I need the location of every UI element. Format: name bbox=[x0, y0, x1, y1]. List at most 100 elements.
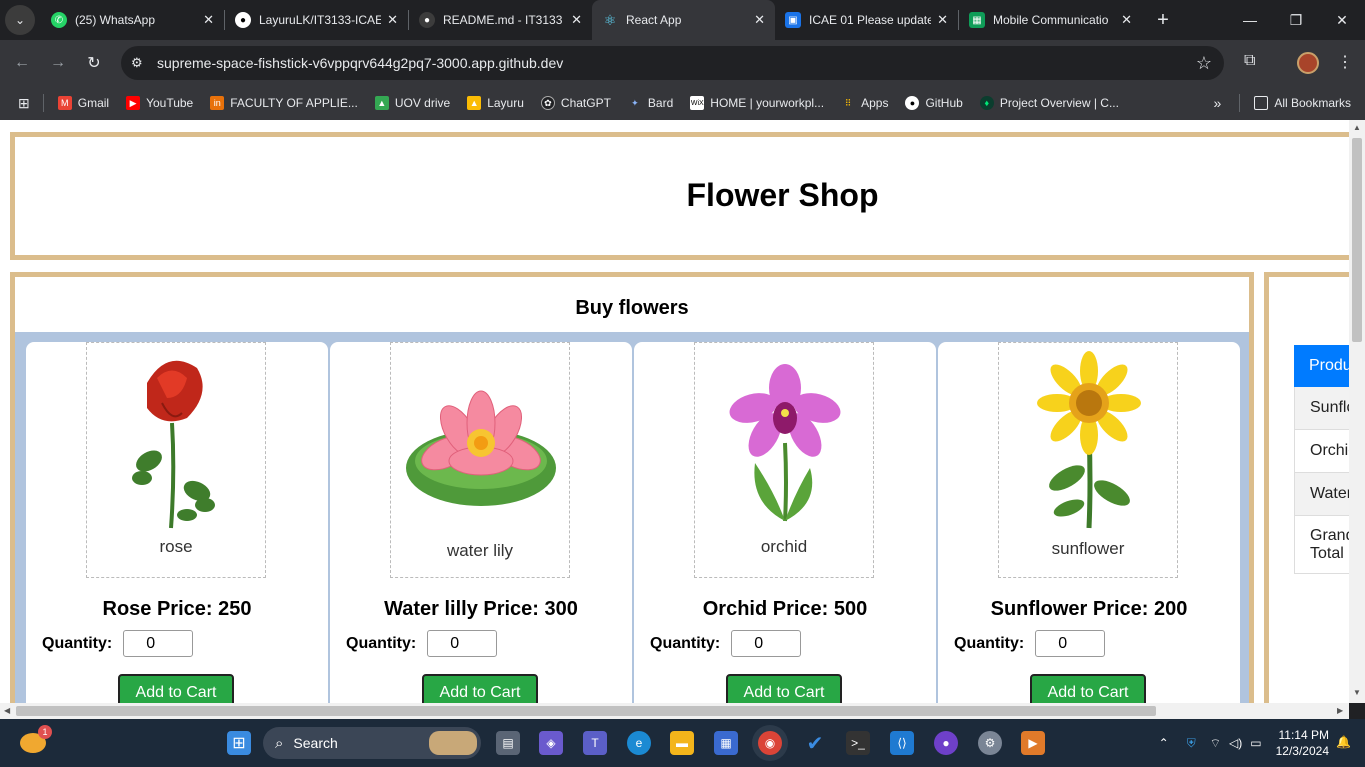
bookmark-uov-drive[interactable]: ▲ UOV drive bbox=[374, 96, 451, 110]
bookmark-chatgpt[interactable]: ✿ ChatGPT bbox=[540, 96, 611, 110]
more-bookmarks-icon[interactable]: » bbox=[1214, 95, 1222, 111]
quantity-input[interactable] bbox=[123, 630, 194, 657]
quantity-input[interactable] bbox=[427, 630, 498, 657]
close-icon[interactable]: ✕ bbox=[203, 12, 214, 28]
media-player-icon[interactable]: ▶ bbox=[1021, 731, 1045, 755]
forward-arrow-icon[interactable]: → bbox=[40, 54, 76, 72]
tab-search-button[interactable]: ⌄ bbox=[5, 5, 35, 35]
close-icon[interactable]: ✕ bbox=[1121, 12, 1132, 28]
cart-table: Product Sunflower Orchid Water lilly Gra… bbox=[1294, 345, 1354, 574]
github-desktop-icon[interactable]: ● bbox=[934, 731, 958, 755]
vscode-icon[interactable]: ⟨⟩ bbox=[890, 731, 914, 755]
add-to-cart-button[interactable]: Add to Cart bbox=[422, 674, 538, 703]
product-price: Sunflower Price: 200 bbox=[990, 598, 1188, 620]
battery-icon[interactable]: ▭ bbox=[1250, 736, 1261, 750]
security-icon[interactable]: ⛨ bbox=[1187, 736, 1196, 751]
file-explorer-icon[interactable]: ▬ bbox=[670, 731, 694, 755]
close-icon[interactable]: ✕ bbox=[571, 12, 582, 28]
header-container: Flower Shop bbox=[10, 132, 1360, 260]
tab-title: ICAE 01 Please update bbox=[809, 13, 932, 27]
windows-start-icon[interactable]: ⊞ bbox=[227, 731, 251, 755]
back-arrow-icon[interactable]: ← bbox=[4, 54, 40, 72]
clock-date: 12/3/2024 bbox=[1275, 744, 1329, 758]
scroll-thumb[interactable] bbox=[16, 706, 1156, 716]
search-highlight-icon bbox=[429, 731, 477, 755]
bookmark-project-overview[interactable]: ♦ Project Overview | C... bbox=[979, 96, 1119, 110]
bookmark-bard[interactable]: ✦ Bard bbox=[628, 96, 673, 110]
bookmark-label: Gmail bbox=[77, 96, 110, 110]
clock[interactable]: 11:14 PM 12/3/2024 bbox=[1276, 727, 1329, 759]
product-grid: rose Rose Price: 250 Quantity: Add to Ca… bbox=[15, 332, 1249, 703]
new-tab-button[interactable]: + bbox=[1148, 9, 1178, 32]
grand-total-label: Grand Total bbox=[1294, 516, 1354, 574]
notification-bell-icon[interactable]: 🔔 bbox=[1336, 735, 1351, 749]
reload-icon[interactable]: ↻ bbox=[76, 53, 112, 73]
bookmark-label: UOV drive bbox=[394, 96, 451, 110]
all-bookmarks-button[interactable]: All Bookmarks bbox=[1254, 96, 1351, 110]
terminal-icon[interactable]: >_ bbox=[846, 731, 870, 755]
volume-icon[interactable]: ◁) bbox=[1229, 736, 1242, 750]
chrome-icon[interactable]: ◉ bbox=[758, 731, 782, 755]
tab-react-app[interactable]: ⚛ React App ✕ bbox=[592, 0, 775, 40]
tab-readme[interactable]: ● README.md - IT3133 ✕ bbox=[409, 0, 592, 40]
edge-icon[interactable]: e bbox=[627, 731, 651, 755]
address-bar[interactable]: ⚙ supreme-space-fishstick-v6vppqrv644g2p… bbox=[121, 46, 1224, 80]
wifi-icon[interactable]: ⌔ bbox=[1210, 736, 1221, 751]
extensions-icon[interactable]: ⧉ bbox=[1244, 52, 1255, 70]
quantity-input[interactable] bbox=[1035, 630, 1106, 657]
site-info-icon[interactable]: ⚙ bbox=[131, 55, 151, 71]
tab-github-repo[interactable]: ● LayuruLK/IT3133-ICAE ✕ bbox=[225, 0, 408, 40]
close-icon[interactable]: ✕ bbox=[387, 12, 398, 28]
bookmark-apps[interactable]: ⠿ Apps bbox=[841, 96, 889, 110]
github-icon: ● bbox=[905, 96, 920, 110]
horizontal-scrollbar[interactable]: ◀ ▶ bbox=[0, 703, 1349, 719]
menu-kebab-icon[interactable]: ⋮ bbox=[1337, 52, 1353, 72]
tab-title: LayuruLK/IT3133-ICAE bbox=[259, 13, 382, 27]
clock-time: 11:14 PM bbox=[1278, 728, 1329, 742]
tab-mobile-comm[interactable]: ▦ Mobile Communicatio ✕ bbox=[959, 0, 1142, 40]
add-to-cart-button[interactable]: Add to Cart bbox=[726, 674, 842, 703]
scroll-right-icon[interactable]: ▶ bbox=[1337, 706, 1343, 715]
weather-icon[interactable]: 1 bbox=[20, 725, 52, 753]
weather-badge: 1 bbox=[38, 725, 52, 739]
close-window-button[interactable]: ✕ bbox=[1319, 0, 1365, 40]
teams-icon[interactable]: T bbox=[583, 731, 607, 755]
bookmark-wix[interactable]: WiX HOME | yourworkpl... bbox=[690, 96, 824, 110]
restore-button[interactable]: ❐ bbox=[1273, 0, 1319, 40]
page-viewport: Flower Shop Buy flowers rose Rose Price:… bbox=[0, 120, 1365, 703]
add-to-cart-button[interactable]: Add to Cart bbox=[1030, 674, 1146, 703]
scroll-down-icon[interactable]: ▼ bbox=[1353, 688, 1361, 697]
bookmark-layuru[interactable]: ▲ Layuru bbox=[467, 96, 524, 110]
bookmark-faculty[interactable]: in FACULTY OF APPLIE... bbox=[210, 96, 358, 110]
profile-avatar[interactable] bbox=[1297, 52, 1319, 74]
task-view-icon[interactable]: ▤ bbox=[496, 731, 520, 755]
taskbar-search[interactable]: ⌕ Search bbox=[263, 727, 481, 759]
tab-icae[interactable]: ▣ ICAE 01 Please update ✕ bbox=[775, 0, 958, 40]
scroll-up-icon[interactable]: ▲ bbox=[1353, 123, 1361, 132]
add-to-cart-button[interactable]: Add to Cart bbox=[118, 674, 234, 703]
settings-icon[interactable]: ⚙ bbox=[978, 731, 1002, 755]
vertical-scrollbar[interactable]: ▲ ▼ bbox=[1349, 120, 1365, 703]
product-caption: orchid bbox=[760, 537, 808, 556]
apps-grid-icon[interactable]: ⊞ bbox=[18, 95, 30, 112]
bookmark-label: GitHub bbox=[925, 96, 963, 110]
bookmark-gmail[interactable]: M Gmail bbox=[57, 96, 110, 110]
scroll-left-icon[interactable]: ◀ bbox=[4, 706, 10, 715]
bookmark-star-icon[interactable]: ☆ bbox=[1196, 53, 1212, 74]
tab-whatsapp[interactable]: ✆ (25) WhatsApp ✕ bbox=[41, 0, 224, 40]
bookmark-divider bbox=[1239, 94, 1241, 112]
quantity-label: Quantity: bbox=[954, 634, 1025, 652]
close-icon[interactable]: ✕ bbox=[937, 12, 948, 28]
store-icon[interactable]: ▦ bbox=[714, 731, 738, 755]
quantity-input[interactable] bbox=[731, 630, 802, 657]
scroll-thumb[interactable] bbox=[1352, 138, 1362, 342]
copilot-icon[interactable]: ◈ bbox=[539, 731, 563, 755]
url-text[interactable]: supreme-space-fishstick-v6vppqrv644g2pq7… bbox=[157, 55, 563, 71]
chevron-up-icon[interactable]: ⌃ bbox=[1159, 736, 1169, 750]
quantity-label: Quantity: bbox=[346, 634, 417, 652]
bookmark-youtube[interactable]: ▶ YouTube bbox=[126, 96, 193, 110]
bookmark-github[interactable]: ● GitHub bbox=[905, 96, 963, 110]
close-icon[interactable]: ✕ bbox=[754, 12, 765, 28]
todo-icon[interactable]: ✔ bbox=[803, 731, 827, 755]
minimize-button[interactable]: — bbox=[1227, 0, 1273, 40]
